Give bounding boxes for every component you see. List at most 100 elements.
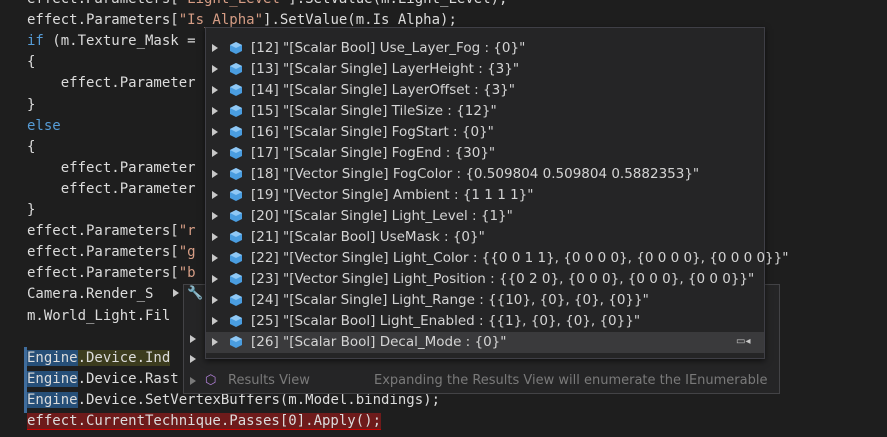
datatip-row[interactable]: [17] "[Scalar Single] FogEnd : {30}": [206, 143, 764, 164]
wrench-icon[interactable]: 🔧: [187, 286, 203, 301]
field-icon: [230, 273, 242, 285]
expand-arrow-icon[interactable]: [212, 317, 218, 325]
datatip-row[interactable]: [13] "[Scalar Single] LayerHeight : {3}": [206, 59, 764, 80]
expand-arrow-icon[interactable]: [212, 107, 218, 115]
code-token: effect.Parameter: [27, 159, 196, 176]
datatip-row[interactable]: [16] "[Scalar Single] FogStart : {0}": [206, 122, 764, 143]
code-line[interactable]: effect.Parameters["g: [27, 242, 196, 263]
field-icon: [230, 336, 242, 348]
code-token: Engine: [27, 370, 78, 387]
field-icon: [230, 42, 242, 54]
code-token: else: [27, 117, 61, 134]
parent-datatip-row[interactable]: [186, 328, 204, 349]
code-line[interactable]: {: [27, 137, 35, 158]
datatip-row-text: [16] "[Scalar Single] FogStart : {0}": [251, 124, 494, 140]
code-line[interactable]: effect.Parameters["b: [27, 263, 196, 284]
field-icon: [230, 252, 242, 264]
expand-arrow-icon[interactable]: [173, 289, 179, 297]
datatip-row[interactable]: [23] "[Vector Single] Light_Position : {…: [206, 269, 764, 290]
datatip-popup[interactable]: [12] "[Scalar Bool] Use_Layer_Fog : {0}"…: [205, 27, 788, 359]
code-token: "g: [178, 244, 196, 261]
code-token: effect.Parameters[: [27, 0, 179, 7]
datatip-row[interactable]: [25] "[Scalar Bool] Light_Enabled : {{1}…: [206, 311, 764, 332]
expand-arrow-icon[interactable]: [212, 86, 218, 94]
expand-arrow-icon[interactable]: [212, 338, 218, 346]
datatip-row[interactable]: [15] "[Scalar Single] TileSize : {12}": [206, 101, 764, 122]
code-token: m.World_Light.Fil: [27, 307, 171, 324]
datatip-row[interactable]: [12] "[Scalar Bool] Use_Layer_Fog : {0}": [206, 38, 764, 59]
code-line[interactable]: effect.Parameter: [27, 179, 196, 200]
code-line[interactable]: }: [27, 95, 35, 116]
code-token: effect.Parameters[: [27, 244, 179, 261]
expand-arrow-icon[interactable]: [212, 275, 218, 283]
code-token: effect.CurrentTechnique.Passes[0].Apply(…: [27, 413, 382, 430]
code-token: Engine: [27, 349, 78, 366]
field-icon: [230, 294, 242, 306]
code-token: if: [27, 33, 44, 50]
parent-datatip-row[interactable]: [186, 348, 204, 369]
code-token: .Device.SetVertexBuffers(m.Model.binding…: [77, 391, 441, 408]
code-token: effect.Parameters[: [27, 223, 179, 240]
code-line[interactable]: effect.Parameters["r: [27, 221, 196, 242]
datatip-row-text: [26] "[Scalar Bool] Decal_Mode : {0}": [251, 334, 507, 350]
code-line[interactable]: m.World_Light.Fil: [27, 306, 170, 327]
code-line[interactable]: Engine.Device.Ind: [27, 348, 171, 369]
expand-arrow-icon[interactable]: [212, 233, 218, 241]
results-view-row[interactable]: ⬡ Results View Expanding the Results Vie…: [186, 370, 776, 391]
datatip-row-text: [25] "[Scalar Bool] Light_Enabled : {{1}…: [251, 313, 641, 329]
code-line[interactable]: effect.Parameters["Light_Level"].SetValu…: [27, 0, 507, 10]
datatip-row-text: [17] "[Scalar Single] FogEnd : {30}": [251, 145, 496, 161]
datatip-row-text: [14] "[Scalar Single] LayerOffset : {3}": [251, 82, 515, 98]
code-token: ].SetValue(m.Is_Alpha);: [263, 12, 457, 29]
expand-arrow-icon[interactable]: [212, 170, 218, 178]
code-line[interactable]: else: [27, 116, 61, 137]
datatip-row-text: [13] "[Scalar Single] LayerHeight : {3}": [251, 61, 520, 77]
field-icon: [230, 105, 242, 117]
datatip-row[interactable]: [24] "[Scalar Single] Light_Range : {{10…: [206, 290, 764, 311]
code-token: "Light_Level": [179, 0, 289, 7]
expand-arrow-icon[interactable]: [212, 254, 218, 262]
field-icon: [230, 315, 242, 327]
code-token: {: [27, 138, 36, 155]
datatip-row[interactable]: [21] "[Scalar Bool] UseMask : {0}": [206, 227, 764, 248]
code-token: {: [27, 54, 36, 71]
datatip-row[interactable]: [20] "[Scalar Single] Light_Level : {1}": [206, 206, 764, 227]
current-line-marker: [24, 347, 27, 369]
field-icon: [230, 189, 242, 201]
field-icon: [230, 231, 242, 243]
code-line[interactable]: }: [27, 200, 35, 221]
expand-arrow-icon[interactable]: [212, 44, 218, 52]
code-line[interactable]: {: [27, 52, 35, 73]
datatip-row-text: [21] "[Scalar Bool] UseMask : {0}": [251, 229, 485, 245]
expand-arrow-icon[interactable]: [212, 149, 218, 157]
code-line[interactable]: effect.Parameter: [27, 73, 196, 94]
current-line-marker: [24, 369, 27, 391]
expand-arrow-icon[interactable]: [212, 296, 218, 304]
code-token: effect.Parameter: [27, 180, 196, 197]
datatip-row[interactable]: [18] "[Vector Single] FogColor : {0.5098…: [206, 164, 764, 185]
expand-arrow-icon[interactable]: [212, 65, 218, 73]
code-line[interactable]: if (m.Texture_Mask =: [27, 31, 196, 52]
code-line[interactable]: effect.CurrentTechnique.Passes[0].Apply(…: [27, 411, 382, 432]
pin-icon[interactable]: ▭◂: [736, 337, 750, 347]
datatip-row[interactable]: [14] "[Scalar Single] LayerOffset : {3}": [206, 80, 764, 101]
datatip-row-text: [22] "[Vector Single] Light_Color : {{0 …: [251, 250, 789, 266]
datatip-row[interactable]: [26] "[Scalar Bool] Decal_Mode : {0}" ▭◂: [206, 332, 764, 353]
code-token: "b: [178, 265, 196, 282]
code-line[interactable]: Camera.Render_S: [27, 284, 153, 305]
code-token: .Device.Ind: [77, 349, 171, 366]
datatip-row-text: [18] "[Vector Single] FogColor : {0.5098…: [251, 166, 700, 182]
results-view-hint: Expanding the Results View will enumerat…: [374, 373, 768, 388]
code-token: }: [27, 96, 36, 113]
expand-arrow-icon[interactable]: [212, 212, 218, 220]
code-line[interactable]: effect.Parameter: [27, 158, 196, 179]
code-line[interactable]: Engine.Device.Rast: [27, 369, 179, 390]
code-token: "r: [178, 223, 196, 240]
datatip-row[interactable]: [22] "[Vector Single] Light_Color : {{0 …: [206, 248, 788, 269]
expand-arrow-icon[interactable]: [212, 191, 218, 199]
code-token: .Device.Rast: [77, 370, 179, 387]
code-token: effect.Parameters[: [27, 12, 179, 29]
field-icon: [230, 63, 242, 75]
datatip-row[interactable]: [19] "[Vector Single] Ambient : {1 1 1 1…: [206, 185, 764, 206]
expand-arrow-icon[interactable]: [212, 128, 218, 136]
